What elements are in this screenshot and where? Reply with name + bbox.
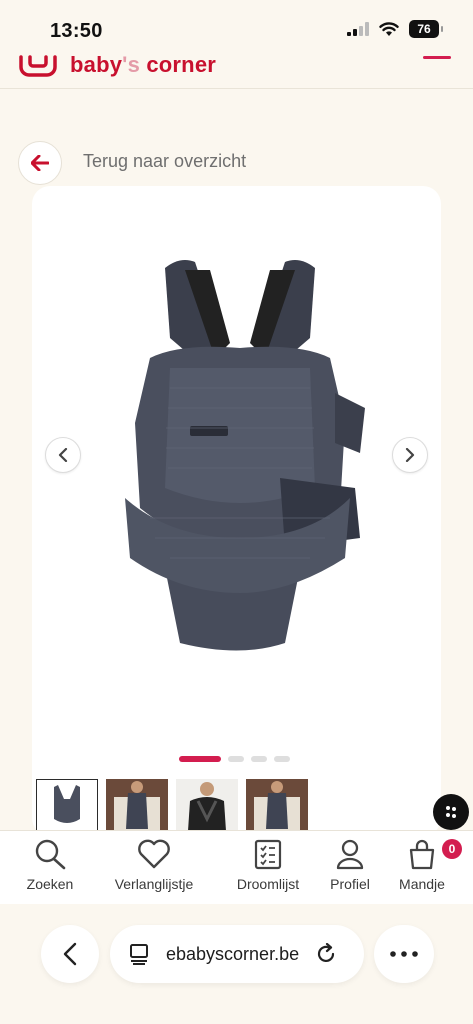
carousel-dot[interactable] [179, 756, 221, 762]
chat-icon [446, 806, 456, 818]
basket-icon [409, 839, 435, 870]
cart-count-badge: 0 [442, 839, 462, 859]
nav-label: Profiel [330, 876, 370, 892]
battery-level: 76 [417, 22, 431, 36]
thumbnail[interactable] [246, 779, 308, 831]
arrow-left-icon [31, 155, 49, 171]
nav-label: Droomlijst [236, 876, 300, 892]
more-icon [390, 951, 418, 957]
product-image[interactable] [110, 248, 370, 658]
user-icon [336, 839, 364, 870]
carousel-next-button[interactable] [392, 437, 428, 473]
heart-icon [138, 839, 170, 869]
back-label[interactable]: Terug naar overzicht [83, 151, 246, 172]
logo-text: baby's corner [70, 52, 217, 77]
thumbnail[interactable] [176, 779, 238, 831]
nav-basket[interactable]: Mandje [396, 838, 448, 892]
address-bar[interactable]: ebabyscorner.be [110, 925, 364, 983]
back-button[interactable] [18, 141, 62, 185]
site-logo[interactable]: baby's corner [18, 52, 216, 78]
nav-profile[interactable]: Profiel [327, 838, 373, 892]
browser-back-button[interactable] [41, 925, 99, 983]
thumbnail[interactable] [106, 779, 168, 831]
carousel-dot[interactable] [251, 756, 267, 762]
thumbnail-strip [36, 779, 308, 831]
nav-label: Verlanglijstje [114, 876, 194, 892]
carousel-dot[interactable] [274, 756, 290, 762]
carousel-dot[interactable] [228, 756, 244, 762]
nav-search[interactable]: Zoeken [24, 838, 76, 892]
logo-icon [19, 55, 57, 77]
search-icon [35, 839, 66, 870]
nav-label: Zoeken [26, 876, 74, 892]
chevron-left-icon [63, 942, 77, 966]
nav-dreamlist[interactable]: Droomlijst [232, 838, 304, 892]
thumbnail[interactable] [36, 779, 98, 831]
status-time: 13:50 [50, 20, 103, 42]
more-options-button[interactable] [374, 925, 434, 983]
signal-icon [347, 22, 369, 36]
chat-button[interactable] [433, 794, 469, 830]
status-icons: 76 [347, 20, 443, 38]
tabs-icon [130, 944, 148, 965]
reload-icon[interactable] [315, 943, 337, 965]
menu-button[interactable] [423, 56, 451, 59]
wifi-icon [379, 21, 399, 36]
battery-indicator: 76 [409, 20, 443, 38]
carousel-prev-button[interactable] [45, 437, 81, 473]
url-text: ebabyscorner.be [166, 943, 300, 964]
chevron-left-icon [58, 448, 68, 462]
nav-wishlist[interactable]: Verlanglijstje [108, 838, 200, 892]
carousel-indicators [179, 756, 290, 762]
nav-label: Mandje [399, 876, 445, 892]
chevron-right-icon [405, 448, 415, 462]
checklist-icon [254, 839, 282, 870]
header-divider [0, 88, 473, 89]
